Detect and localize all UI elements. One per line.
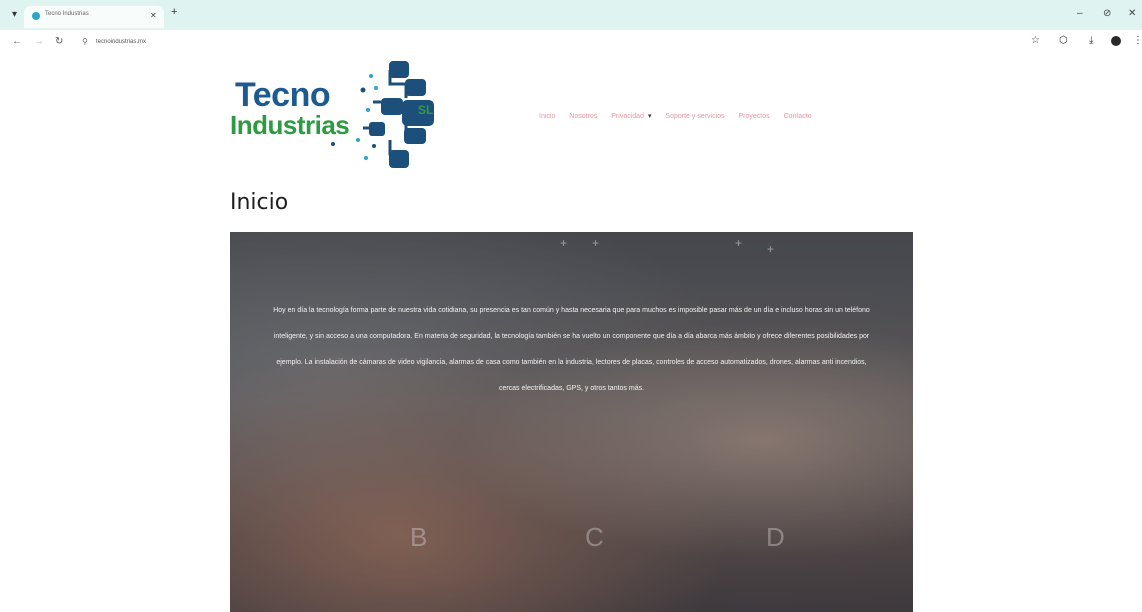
main-nav: Inicio Nosotros Privacidad ▾ Soporte y se… [539,112,824,120]
nav-item-proyectos[interactable]: Proyectos [739,113,770,120]
site-info-icon[interactable]: ⚲ [82,37,88,46]
page-title: Inicio [230,190,289,215]
minimize-button[interactable]: – [1077,8,1083,19]
decor-plus-icon: + [560,236,568,250]
decor-plus-icon: + [735,236,743,250]
hero-key-letter: B [410,522,428,552]
nav-item-nosotros[interactable]: Nosotros [569,113,597,120]
nav-item-privacidad[interactable]: Privacidad ▾ [611,113,651,120]
hero-banner: + + + + Hoy en día la tecnología forma p… [230,232,913,612]
hero-paragraph: Hoy en día la tecnología forma parte de … [273,307,870,392]
logo-badge-sl: SL [418,103,434,117]
tab-title: Tecno Industrias [45,11,89,17]
new-tab-button[interactable]: + [171,6,177,18]
url-text: tecnoindustrias.mx [96,39,147,45]
hero-key-letter: C [585,522,604,552]
close-window-button[interactable]: ✕ [1128,8,1136,19]
dropdown-chevron-icon: ▾ [647,113,652,120]
hero-overlay [230,232,913,612]
decor-plus-icon: + [592,236,600,250]
menu-icon[interactable]: ⋮ [1133,35,1142,46]
extensions-icon[interactable]: ⬡ [1059,35,1068,46]
profile-icon[interactable] [1111,36,1121,46]
browser-tab-strip: ▾ Tecno Industrias ✕ + – ⊘ ✕ [0,0,1142,30]
site-logo[interactable]: Tecno Industrias SL [228,58,443,173]
favicon-icon [32,12,40,20]
close-tab-icon[interactable]: ✕ [150,11,157,20]
nav-item-soporte[interactable]: Soporte y servicios [665,113,724,120]
logo-text-industrias: Industrias [230,110,350,140]
tab-list-icon[interactable]: ▾ [12,9,17,20]
browser-toolbar: ← → ↻ ⚲ tecnoindustrias.mx ☆ ⬡ ⤓ ⋮ [0,30,1142,56]
nav-item-inicio[interactable]: Inicio [539,113,555,120]
bookmark-star-icon[interactable]: ☆ [1031,35,1040,46]
hero-key-letter: D [766,522,785,552]
restore-button[interactable]: ⊘ [1103,8,1111,19]
nav-item-contacto[interactable]: Contacto [784,113,812,120]
browser-tab[interactable]: Tecno Industrias ✕ [24,6,164,28]
reload-icon[interactable]: ↻ [55,36,63,47]
decor-plus-icon: + [767,242,775,256]
forward-icon[interactable]: → [34,36,44,47]
address-bar[interactable]: ⚲ tecnoindustrias.mx [76,34,1011,52]
download-icon[interactable]: ⤓ [1089,35,1093,46]
back-icon[interactable]: ← [12,36,22,47]
